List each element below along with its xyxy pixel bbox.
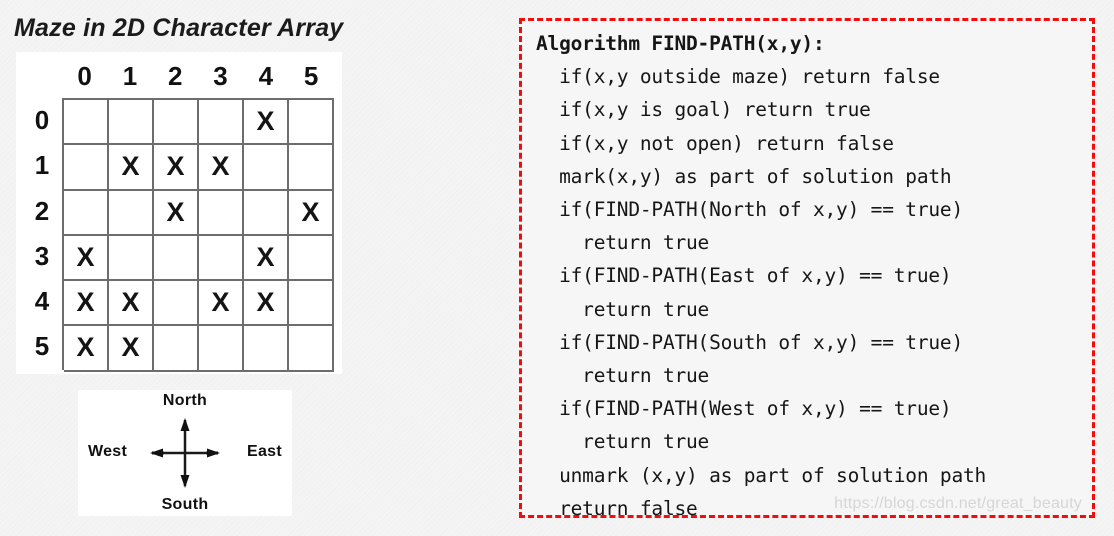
code-line-10: return true <box>536 364 710 388</box>
code-line-12: return true <box>536 430 710 454</box>
page-title: Maze in 2D Character Array <box>14 14 344 42</box>
maze-cell-1-3[interactable]: X <box>199 145 244 191</box>
maze-cell-1-5[interactable] <box>289 145 334 191</box>
maze-cell-1-0[interactable] <box>64 145 109 191</box>
code-line-5: if(FIND-PATH(North of x,y) == true) <box>536 198 963 222</box>
maze-cell-4-1[interactable]: X <box>109 281 154 327</box>
maze-cell-1-4[interactable] <box>244 145 289 191</box>
maze-row: XXXX <box>64 281 334 327</box>
maze-cell-0-5[interactable] <box>289 100 334 146</box>
maze-cell-0-0[interactable] <box>64 100 109 146</box>
maze-cell-3-5[interactable] <box>289 235 334 282</box>
maze-column-header-4: 4 <box>258 61 274 91</box>
maze-cell-3-0[interactable]: X <box>64 235 109 282</box>
maze-cell-4-5[interactable] <box>289 281 334 327</box>
maze-row: XX <box>64 326 334 372</box>
compass-label-south: South <box>161 496 209 513</box>
maze-cell-0-2[interactable] <box>154 100 199 146</box>
maze-row-headers: 0 1 2 3 4 5 <box>22 98 62 370</box>
maze-cell-4-4[interactable]: X <box>244 281 289 327</box>
compass-label-west: West <box>88 443 128 460</box>
maze-cell-5-1[interactable]: X <box>109 326 154 372</box>
compass-cross-arrows-icon <box>150 418 220 488</box>
maze-row-header-1: 1 <box>34 150 50 181</box>
maze-cell-5-4[interactable] <box>244 326 289 372</box>
maze-cell-5-2[interactable] <box>154 326 199 372</box>
maze-cell-3-4[interactable]: X <box>244 235 289 282</box>
maze-cell-0-1[interactable] <box>109 100 154 146</box>
code-line-6: return true <box>536 231 710 255</box>
compass-label-east: East <box>247 443 282 460</box>
maze-row: X <box>64 100 334 146</box>
maze-cell-5-3[interactable] <box>199 326 244 372</box>
compass-label-north: North <box>162 392 208 409</box>
maze-cell-4-2[interactable] <box>154 281 199 327</box>
maze-cell-5-5[interactable] <box>289 326 334 372</box>
maze-column-header-1: 1 <box>122 61 138 91</box>
maze-row: XX <box>64 235 334 282</box>
maze-column-header-5: 5 <box>303 61 319 91</box>
maze-row-header-2: 2 <box>34 195 50 226</box>
maze-cell-2-1[interactable] <box>109 190 154 236</box>
maze-row-header-4: 4 <box>34 286 50 317</box>
code-line-2: if(x,y is goal) return true <box>536 98 871 122</box>
maze-cell-1-2[interactable]: X <box>154 145 199 191</box>
maze-column-header-3: 3 <box>213 61 228 91</box>
maze-row: XXX <box>64 145 334 191</box>
code-line-0: Algorithm FIND-PATH(x,y): <box>536 32 825 55</box>
maze-cell-2-4[interactable] <box>244 190 289 236</box>
algorithm-code-panel: Algorithm FIND-PATH(x,y): if(x,y outside… <box>519 18 1095 520</box>
maze-cell-4-3[interactable]: X <box>199 281 244 327</box>
maze-grid: XXXXXXXXXXXXXX <box>62 98 334 372</box>
code-line-11: if(FIND-PATH(West of x,y) == true) <box>536 397 952 421</box>
maze-cell-2-2[interactable]: X <box>154 190 199 236</box>
maze-cell-1-1[interactable]: X <box>109 145 154 191</box>
maze-row: XX <box>64 190 334 236</box>
maze-column-header-2: 2 <box>168 61 183 91</box>
code-line-13: unmark (x,y) as part of solution path <box>536 463 987 487</box>
maze-cell-0-3[interactable] <box>199 100 244 146</box>
maze-column-headers: 012345 <box>62 56 334 96</box>
code-line-1: if(x,y outside maze) return false <box>536 65 940 89</box>
maze-cell-3-3[interactable] <box>199 235 244 282</box>
maze-cell-2-5[interactable]: X <box>289 190 334 236</box>
maze-cell-2-0[interactable] <box>64 190 109 236</box>
code-line-8: return true <box>536 297 710 321</box>
watermark-text: https://blog.csdn.net/great_beauty <box>834 495 1082 512</box>
maze-cell-3-1[interactable] <box>109 235 154 282</box>
code-line-3: if(x,y not open) return false <box>536 131 894 155</box>
code-line-4: mark(x,y) as part of solution path <box>536 164 952 188</box>
algorithm-code-lines: Algorithm FIND-PATH(x,y): if(x,y outside… <box>536 27 1086 525</box>
maze-row-header-5: 5 <box>34 331 50 362</box>
maze-cell-4-0[interactable]: X <box>64 281 109 327</box>
maze-column-header-0: 0 <box>77 61 92 91</box>
code-line-9: if(FIND-PATH(South of x,y) == true) <box>536 330 963 354</box>
compass-diagram: North South West East <box>78 390 292 516</box>
maze-pane: Maze in 2D Character Array 012345 012345… <box>0 0 500 536</box>
maze-cell-2-3[interactable] <box>199 190 244 236</box>
code-line-7: if(FIND-PATH(East of x,y) == true) <box>536 264 952 288</box>
maze-cell-5-0[interactable]: X <box>64 326 109 372</box>
maze-row-header-3: 3 <box>34 240 50 271</box>
maze-cell-3-2[interactable] <box>154 235 199 282</box>
maze-cell-0-4[interactable]: X <box>244 100 289 146</box>
maze-row-header-0: 0 <box>34 105 50 135</box>
